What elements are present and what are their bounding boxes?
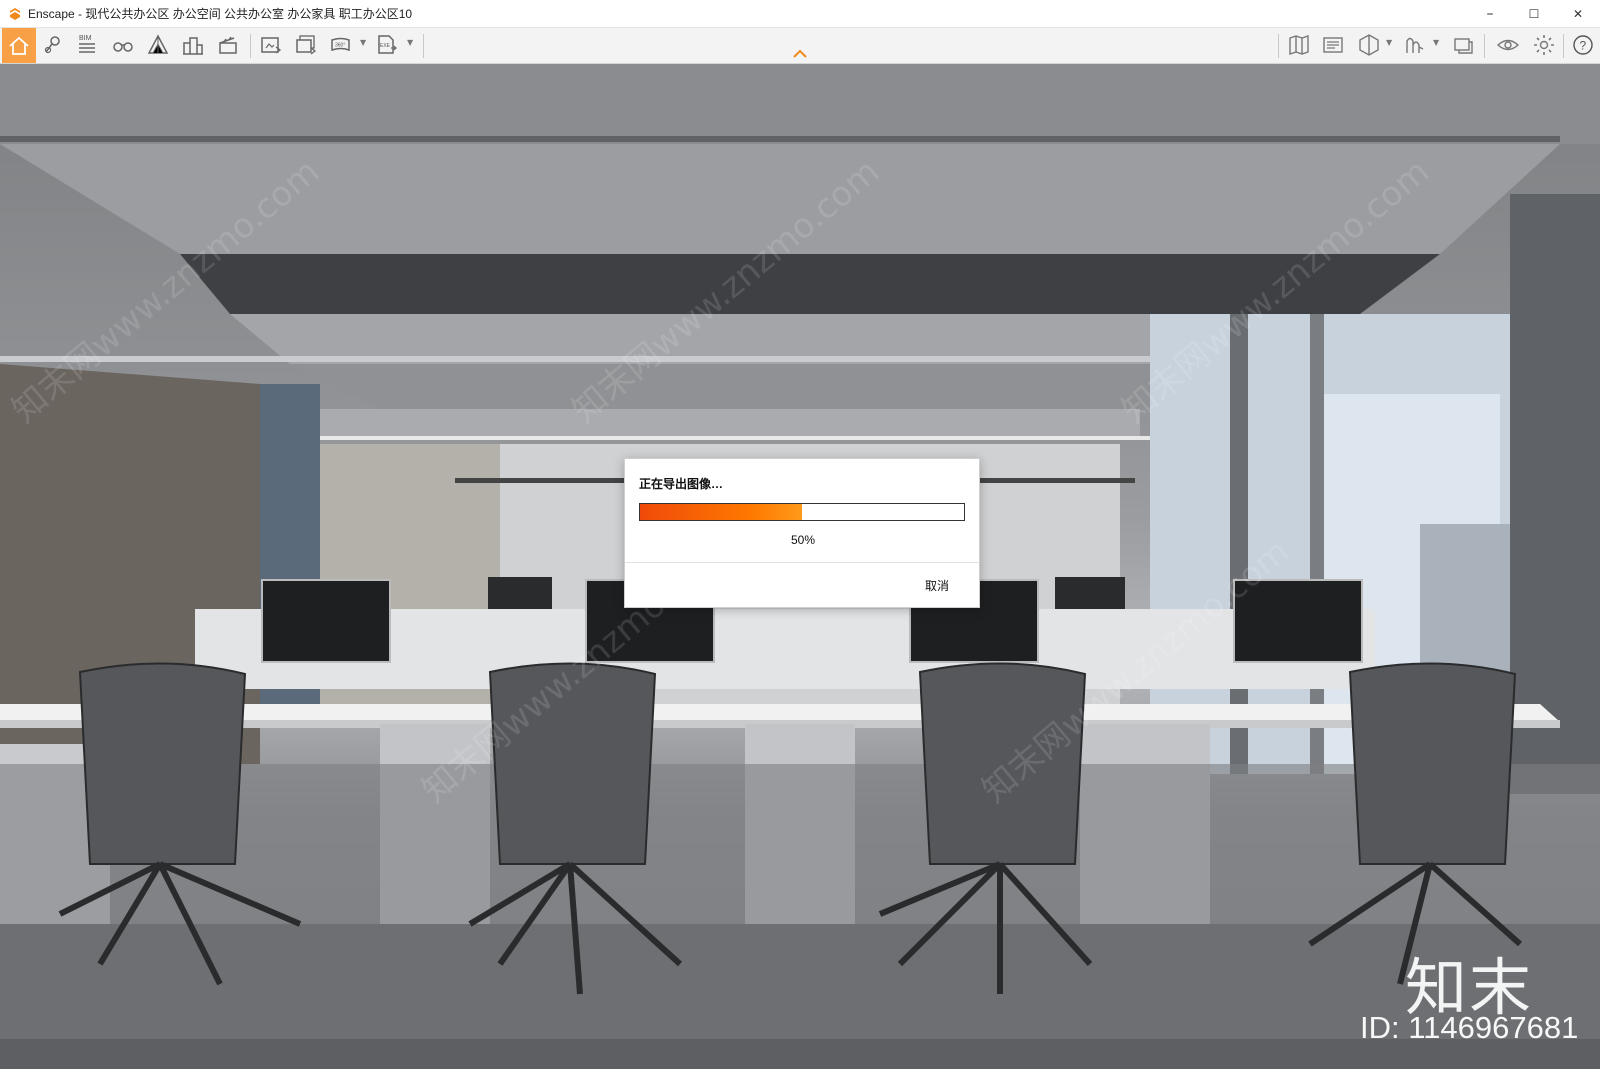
toolbar-separator: [1278, 34, 1279, 58]
chevron-down-icon[interactable]: ▼: [360, 38, 366, 47]
collapse-toolbar-chevron-icon[interactable]: [792, 49, 808, 59]
object-library-button[interactable]: [1354, 30, 1384, 60]
progress-percentage: 50%: [790, 533, 816, 547]
batch-render-button[interactable]: [291, 30, 321, 60]
sound-icon: [1406, 37, 1424, 53]
settings-button[interactable]: [1529, 30, 1559, 60]
export-exe-button[interactable]: EXE: [372, 30, 402, 60]
toolbar-separator: [1484, 34, 1485, 58]
dialog-divider: [625, 562, 979, 563]
maximize-button[interactable]: ☐: [1512, 0, 1556, 28]
buildings-icon: [183, 37, 203, 55]
bim-icon: BIM: [79, 35, 95, 53]
toolbar-separator: [423, 34, 424, 58]
panorama-button[interactable]: 360°: [326, 30, 356, 60]
enscape-logo-icon: [10, 7, 20, 20]
sync-button[interactable]: [1448, 30, 1478, 60]
sync-icon: [1454, 38, 1473, 54]
visual-settings-button[interactable]: [1493, 30, 1523, 60]
window-controls: – ☐ ✕: [1468, 0, 1600, 28]
watermark-id: ID: 1146967681: [1360, 1010, 1579, 1045]
cancel-button[interactable]: 取消: [921, 575, 953, 596]
toolbar-separator: [1563, 34, 1564, 58]
bim-button[interactable]: BIM: [72, 30, 102, 60]
video-editor-button[interactable]: [213, 30, 243, 60]
location-button[interactable]: [38, 30, 68, 60]
help-button[interactable]: ?: [1568, 30, 1598, 60]
site-context-button[interactable]: [178, 30, 208, 60]
dialog-title: 正在导出图像…: [639, 477, 724, 491]
toolbar-separator: [250, 34, 251, 58]
chevron-down-icon[interactable]: ▼: [407, 38, 413, 47]
screenshot-icon: [261, 37, 282, 54]
views-button[interactable]: [108, 30, 138, 60]
exe-export-icon: EXE: [378, 35, 397, 54]
window-title: Enscape - 现代公共办公区 办公空间 公共办公室 办公家具 职工办公区1…: [28, 7, 413, 21]
gear-icon: [1534, 35, 1554, 55]
cube-icon: [1359, 34, 1379, 56]
chevron-down-icon[interactable]: ▼: [1386, 38, 1392, 47]
svg-text:?: ?: [1580, 39, 1587, 53]
progress-bar: [639, 503, 965, 521]
perspective-button[interactable]: [143, 30, 173, 60]
help-icon: ?: [1573, 35, 1593, 55]
gallery-icon: [1323, 37, 1343, 53]
chevron-down-icon[interactable]: ▼: [1433, 38, 1439, 47]
map-button[interactable]: [1284, 30, 1314, 60]
panorama-360-icon: 360°: [331, 37, 350, 52]
export-progress-dialog: 正在导出图像… 50% 取消: [624, 458, 980, 608]
close-button[interactable]: ✕: [1556, 0, 1600, 28]
batch-render-icon: [296, 35, 317, 55]
map-icon: [1289, 35, 1309, 55]
title-bar: Enscape - 现代公共办公区 办公空间 公共办公室 办公家具 职工办公区1…: [0, 0, 1600, 28]
location-pin-icon: [44, 36, 60, 54]
home-icon: [9, 36, 29, 55]
gallery-button[interactable]: [1318, 30, 1348, 60]
bim-label: BIM: [79, 35, 92, 42]
progress-bar-fill: [640, 504, 802, 520]
screenshot-button[interactable]: [256, 30, 286, 60]
eye-icon: [1496, 39, 1520, 51]
home-button[interactable]: [2, 28, 36, 63]
binoculars-icon: [113, 42, 133, 52]
clapperboard-icon: [219, 36, 237, 54]
sound-button[interactable]: [1400, 30, 1430, 60]
svg-text:EXE: EXE: [380, 43, 391, 49]
perspective-icon: [147, 34, 169, 54]
minimize-button[interactable]: –: [1468, 0, 1512, 28]
svg-text:360°: 360°: [335, 43, 345, 49]
